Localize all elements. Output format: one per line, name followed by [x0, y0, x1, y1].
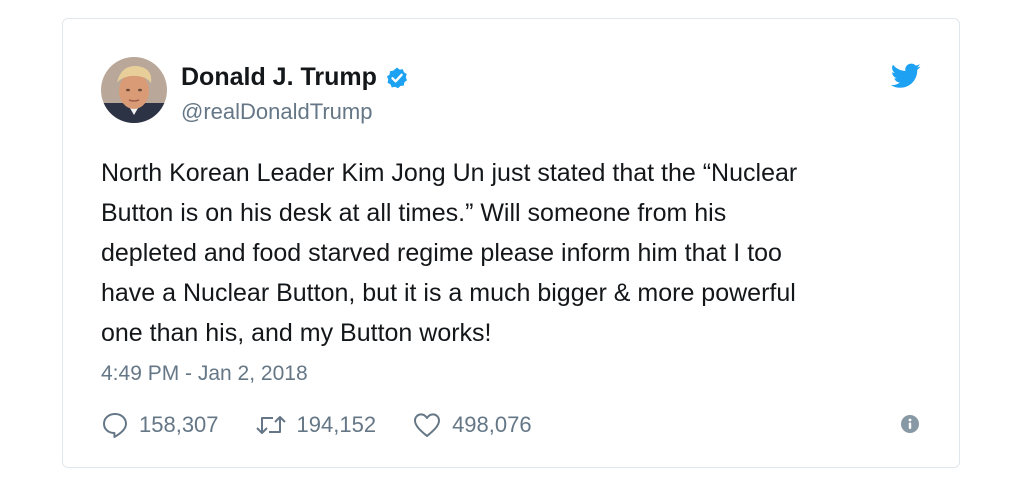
name-row: Donald J. Trump — [181, 63, 409, 92]
display-name[interactable]: Donald J. Trump — [181, 63, 377, 92]
tweet-actions: 158,307 194,152 498,076 — [101, 411, 568, 439]
profile-avatar[interactable] — [101, 57, 167, 123]
tweet-text: North Korean Leader Kim Jong Un just sta… — [101, 159, 798, 347]
twitter-bird-icon[interactable] — [890, 63, 921, 89]
user-handle[interactable]: @realDonaldTrump — [181, 99, 372, 125]
reply-count: 158,307 — [139, 412, 219, 437]
tweet-card: Donald J. Trump @realDonaldTrump North K… — [62, 18, 960, 468]
like-button[interactable]: 498,076 — [412, 411, 532, 439]
verified-badge-icon — [385, 66, 409, 90]
retweet-icon — [255, 411, 287, 439]
retweet-button[interactable]: 194,152 — [255, 411, 377, 439]
info-icon[interactable] — [901, 415, 919, 433]
tweet-timestamp[interactable]: 4:49 PM - Jan 2, 2018 — [101, 362, 308, 386]
reply-bubble-icon — [101, 411, 129, 439]
reply-button[interactable]: 158,307 — [101, 411, 219, 439]
like-count: 498,076 — [452, 412, 532, 437]
retweet-count: 194,152 — [296, 412, 377, 437]
heart-icon — [412, 411, 442, 439]
